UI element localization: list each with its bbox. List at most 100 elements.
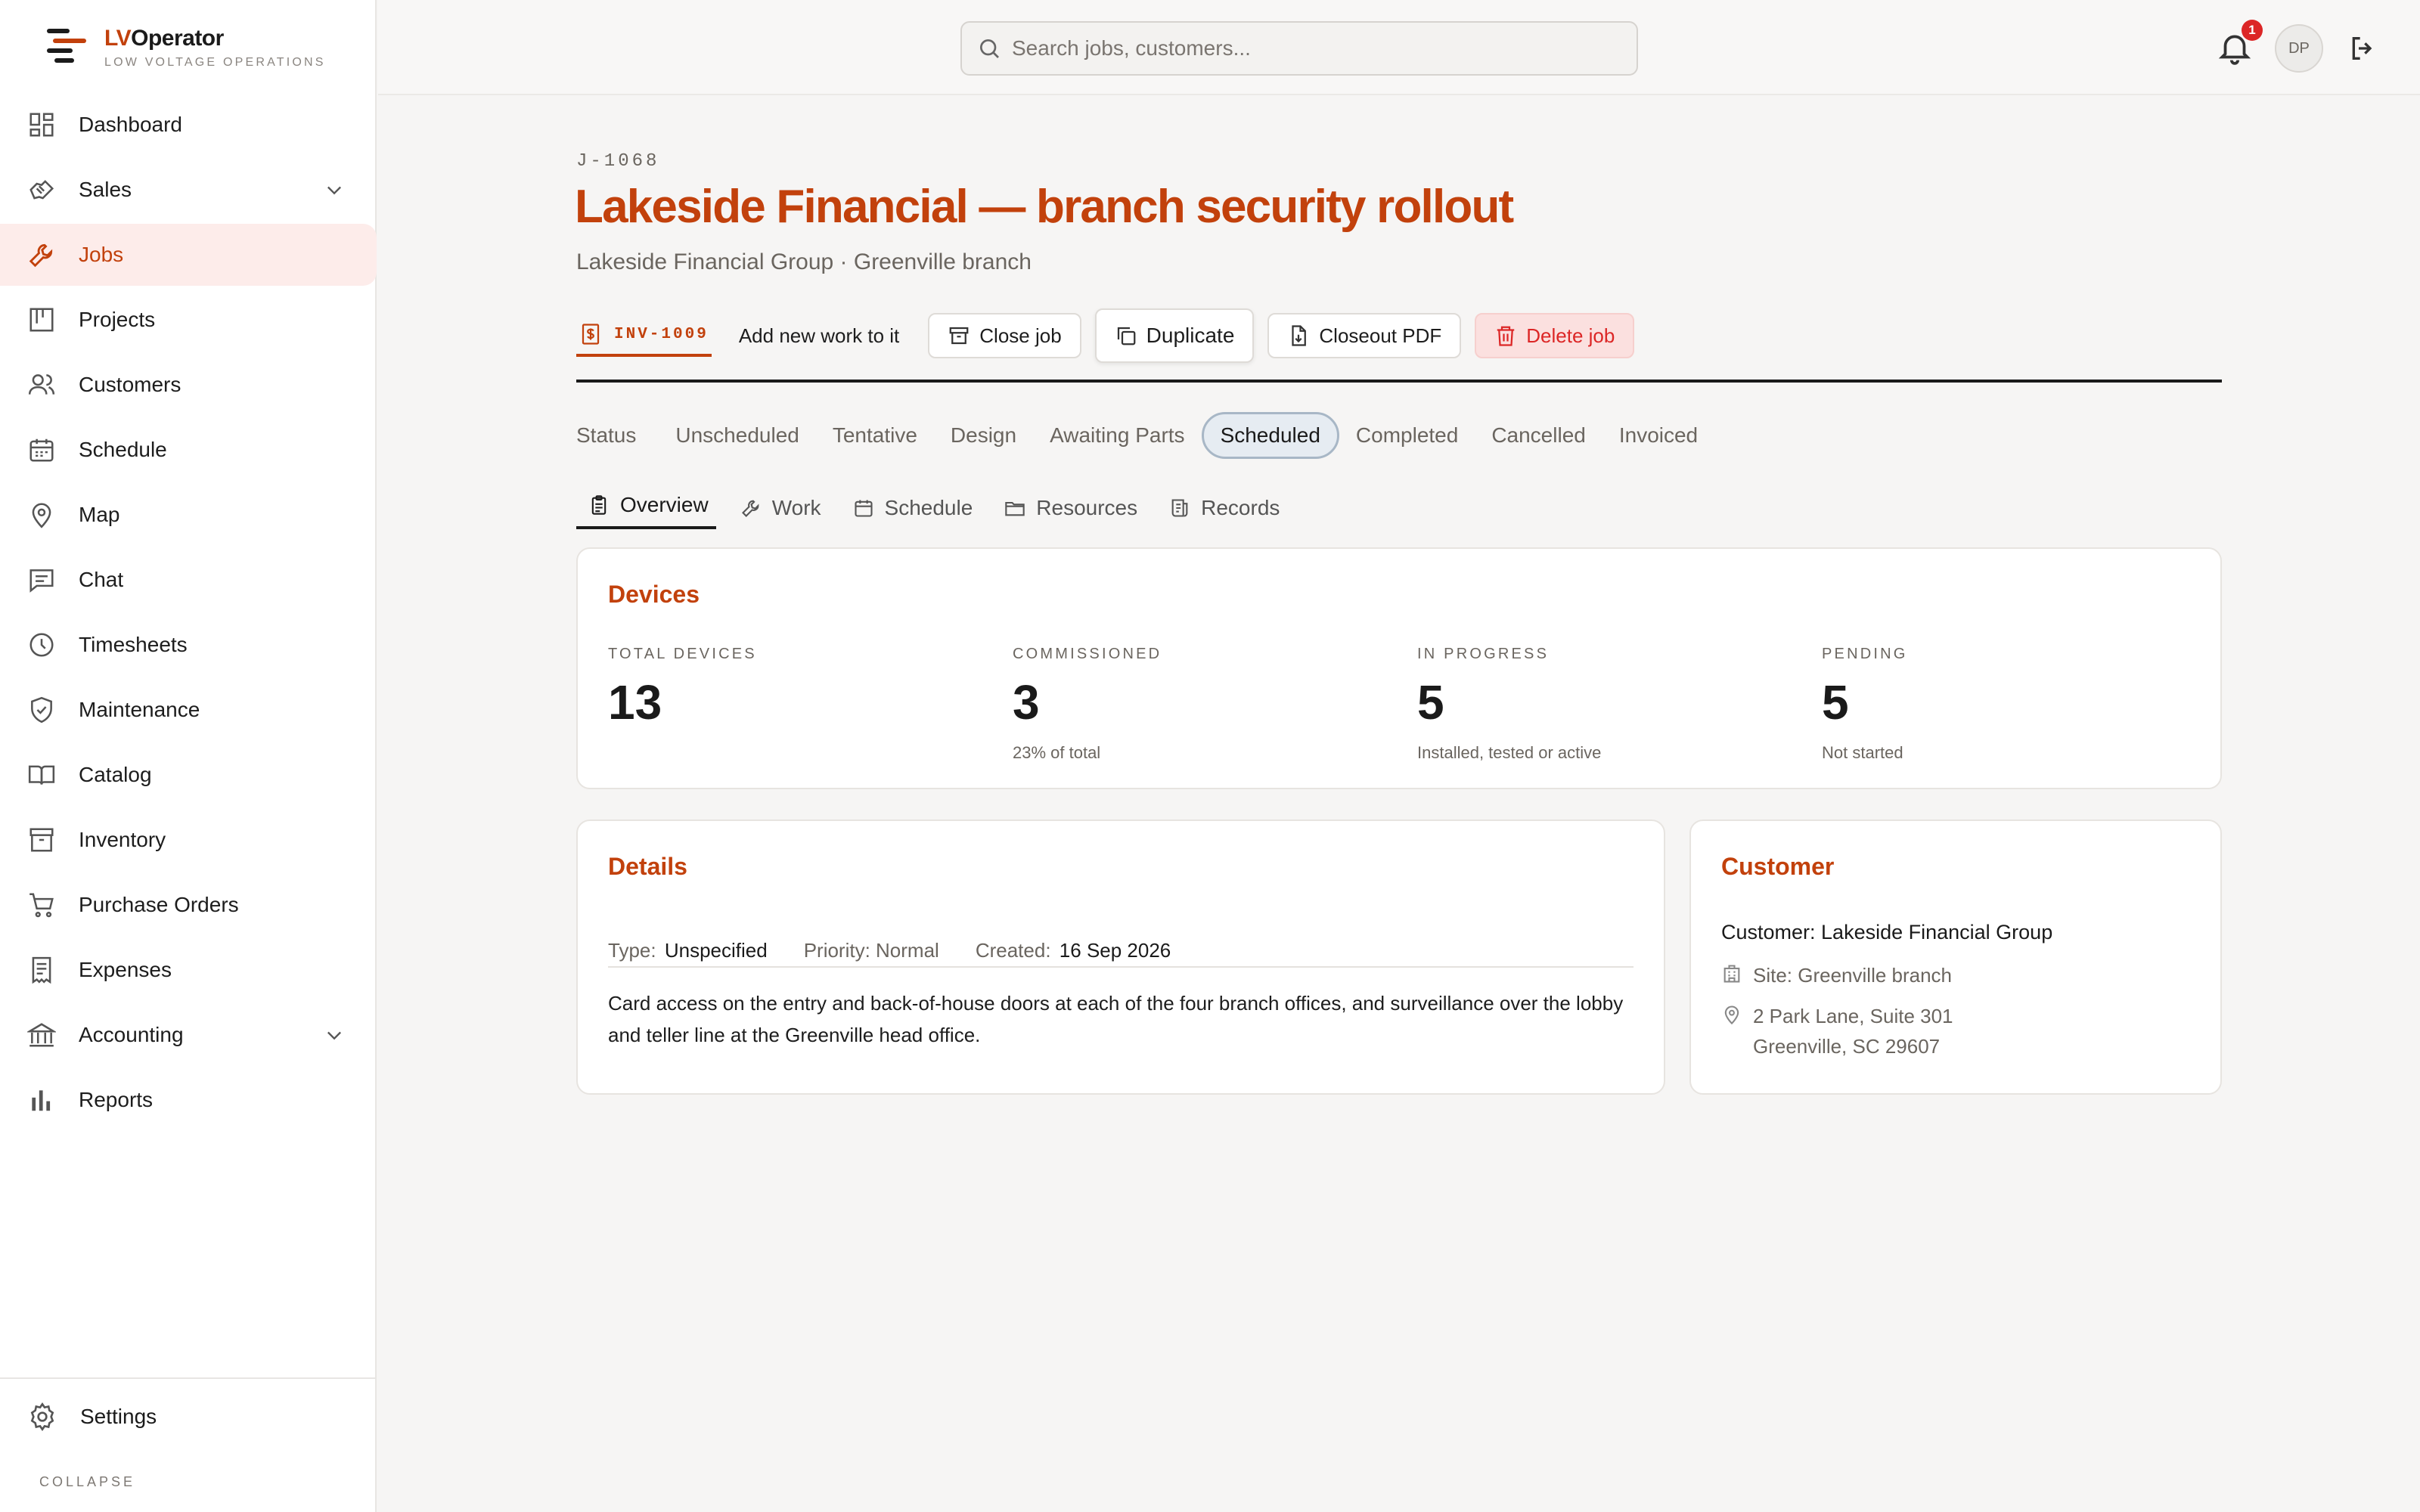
map-pin-icon xyxy=(32,503,51,528)
status-tentative[interactable]: Tentative xyxy=(816,412,934,459)
folder-icon xyxy=(1005,501,1025,516)
brand-tagline: LOW VOLTAGE OPERATIONS xyxy=(104,56,326,69)
wrench-icon xyxy=(741,500,759,517)
stat-note: Not started xyxy=(1822,743,1903,762)
sidebar-item-jobs[interactable]: Jobs xyxy=(0,224,377,286)
sidebar-item-label: Purchase Orders xyxy=(79,893,239,916)
brand[interactable]: LVOperator LOW VOLTAGE OPERATIONS xyxy=(44,24,326,71)
devices-title: Devices xyxy=(608,581,700,608)
customer-address: 2 Park Lane, Suite 301 Greenville, SC 29… xyxy=(1721,1001,1953,1061)
sidebar-item-inventory[interactable]: Inventory xyxy=(0,809,377,871)
chevron-down-icon[interactable] xyxy=(324,1024,345,1046)
sidebar-item-projects[interactable]: Projects xyxy=(0,289,377,351)
tab-schedule[interactable]: Schedule xyxy=(841,496,981,529)
sidebar-item-map[interactable]: Map xyxy=(0,484,377,546)
avatar[interactable]: DP xyxy=(2275,24,2323,73)
sidebar-item-label: Accounting xyxy=(79,1023,184,1046)
top-bar: 1 DP xyxy=(378,0,2420,95)
job-actions: INV-1009 Add new work to it Close job Du… xyxy=(576,308,1648,363)
archive-icon xyxy=(949,327,969,345)
closeout-pdf-button[interactable]: Closeout PDF xyxy=(1267,313,1462,358)
tab-label: Overview xyxy=(620,493,709,516)
copy-icon xyxy=(1117,327,1136,345)
job-subtitle: Lakeside Financial Group · Greenville br… xyxy=(576,249,1032,274)
search-box[interactable] xyxy=(960,21,1638,76)
status-label: Status xyxy=(576,423,637,447)
brand-name: LVOperator xyxy=(104,26,224,51)
sidebar-item-label: Inventory xyxy=(79,828,166,851)
sidebar: LVOperator LOW VOLTAGE OPERATIONS Dashbo… xyxy=(0,0,377,1512)
bank-icon xyxy=(27,1023,56,1047)
sidebar-item-chat[interactable]: Chat xyxy=(0,549,377,611)
sidebar-item-settings[interactable]: Settings xyxy=(0,1379,377,1455)
invoice-icon xyxy=(582,324,600,345)
status-unscheduled[interactable]: Unscheduled xyxy=(659,412,815,459)
receipt-icon xyxy=(32,956,51,984)
sidebar-item-accounting[interactable]: Accounting xyxy=(0,1004,377,1066)
add-work-link[interactable]: Add new work to it xyxy=(739,324,899,348)
stat-value: 5 xyxy=(1417,675,1444,730)
sidebar-item-label: Map xyxy=(79,503,120,526)
status-cancelled[interactable]: Cancelled xyxy=(1475,412,1602,459)
sidebar-item-label: Maintenance xyxy=(79,698,200,721)
dashboard-icon xyxy=(29,113,54,137)
duplicate-label: Duplicate xyxy=(1146,324,1235,347)
sidebar-item-label: Catalog xyxy=(79,763,152,786)
kanban-icon xyxy=(29,308,54,332)
job-description: Card access on the entry and back-of-hou… xyxy=(608,992,1624,1046)
tab-label: Schedule xyxy=(884,496,973,519)
sidebar-item-customers[interactable]: Customers xyxy=(0,354,377,416)
delete-job-label: Delete job xyxy=(1526,324,1615,347)
customer-name[interactable]: Customer: Lakeside Financial Group xyxy=(1721,921,2052,944)
wrench-icon xyxy=(29,243,53,268)
invoice-link[interactable]: INV-1009 xyxy=(576,314,712,357)
tab-overview[interactable]: Overview xyxy=(576,493,716,529)
status-awaiting-parts[interactable]: Awaiting Parts xyxy=(1033,412,1201,459)
status-design[interactable]: Design xyxy=(934,412,1033,459)
tab-label: Work xyxy=(771,496,821,519)
sidebar-item-expenses[interactable]: Expenses xyxy=(0,939,377,1001)
sidebar-item-catalog[interactable]: Catalog xyxy=(0,744,377,806)
details-divider xyxy=(608,966,1634,968)
stat-value: 5 xyxy=(1822,675,1849,730)
sidebar-item-sales[interactable]: Sales xyxy=(0,159,377,221)
status-completed[interactable]: Completed xyxy=(1339,412,1475,459)
status-scheduled[interactable]: Scheduled xyxy=(1201,412,1339,459)
sidebar-item-dashboard[interactable]: Dashboard xyxy=(0,94,377,156)
users-icon xyxy=(28,374,55,395)
customer-title: Customer xyxy=(1721,853,1835,880)
tab-work[interactable]: Work xyxy=(728,496,829,529)
sidebar-item-label: Projects xyxy=(79,308,156,331)
archive-box-icon xyxy=(29,828,54,852)
logout-icon[interactable] xyxy=(2347,33,2378,64)
clock-icon xyxy=(29,633,54,657)
records-icon xyxy=(1171,499,1188,517)
duplicate-button[interactable]: Duplicate xyxy=(1094,308,1255,363)
tab-resources[interactable]: Resources xyxy=(992,496,1145,529)
tab-records[interactable]: Records xyxy=(1157,496,1287,529)
sidebar-item-label: Reports xyxy=(79,1088,154,1111)
sidebar-item-label: Jobs xyxy=(79,243,124,266)
sidebar-item-maintenance[interactable]: Maintenance xyxy=(0,679,377,741)
status-invoiced[interactable]: Invoiced xyxy=(1602,412,1714,459)
sidebar-item-label: Dashboard xyxy=(79,113,182,136)
details-card: Details Type: Unspecified Priority: Norm… xyxy=(576,820,1665,1095)
details-type: Type: Unspecified xyxy=(608,939,768,962)
chevron-down-icon[interactable] xyxy=(324,179,345,200)
sidebar-item-label: Timesheets xyxy=(79,633,188,656)
sidebar-item-schedule[interactable]: Schedule xyxy=(0,419,377,481)
close-job-button[interactable]: Close job xyxy=(928,313,1081,358)
sidebar-item-timesheets[interactable]: Timesheets xyxy=(0,614,377,676)
sidebar-item-label: Schedule xyxy=(79,438,167,461)
tab-label: Resources xyxy=(1036,496,1138,519)
sidebar-item-reports[interactable]: Reports xyxy=(0,1069,377,1131)
delete-job-button[interactable]: Delete job xyxy=(1475,313,1635,358)
search-input[interactable] xyxy=(1012,36,1617,60)
stat-note: 23% of total xyxy=(1013,743,1101,762)
sidebar-item-purchase-orders[interactable]: Purchase Orders xyxy=(0,874,377,936)
collapse-sidebar-button[interactable]: COLLAPSE xyxy=(39,1474,135,1490)
stat-label: IN PROGRESS xyxy=(1417,646,1550,662)
shield-check-icon xyxy=(31,696,52,723)
details-meta: Type: Unspecified Priority: Normal Creat… xyxy=(608,939,1207,962)
invoice-number: INV-1009 xyxy=(614,325,709,343)
